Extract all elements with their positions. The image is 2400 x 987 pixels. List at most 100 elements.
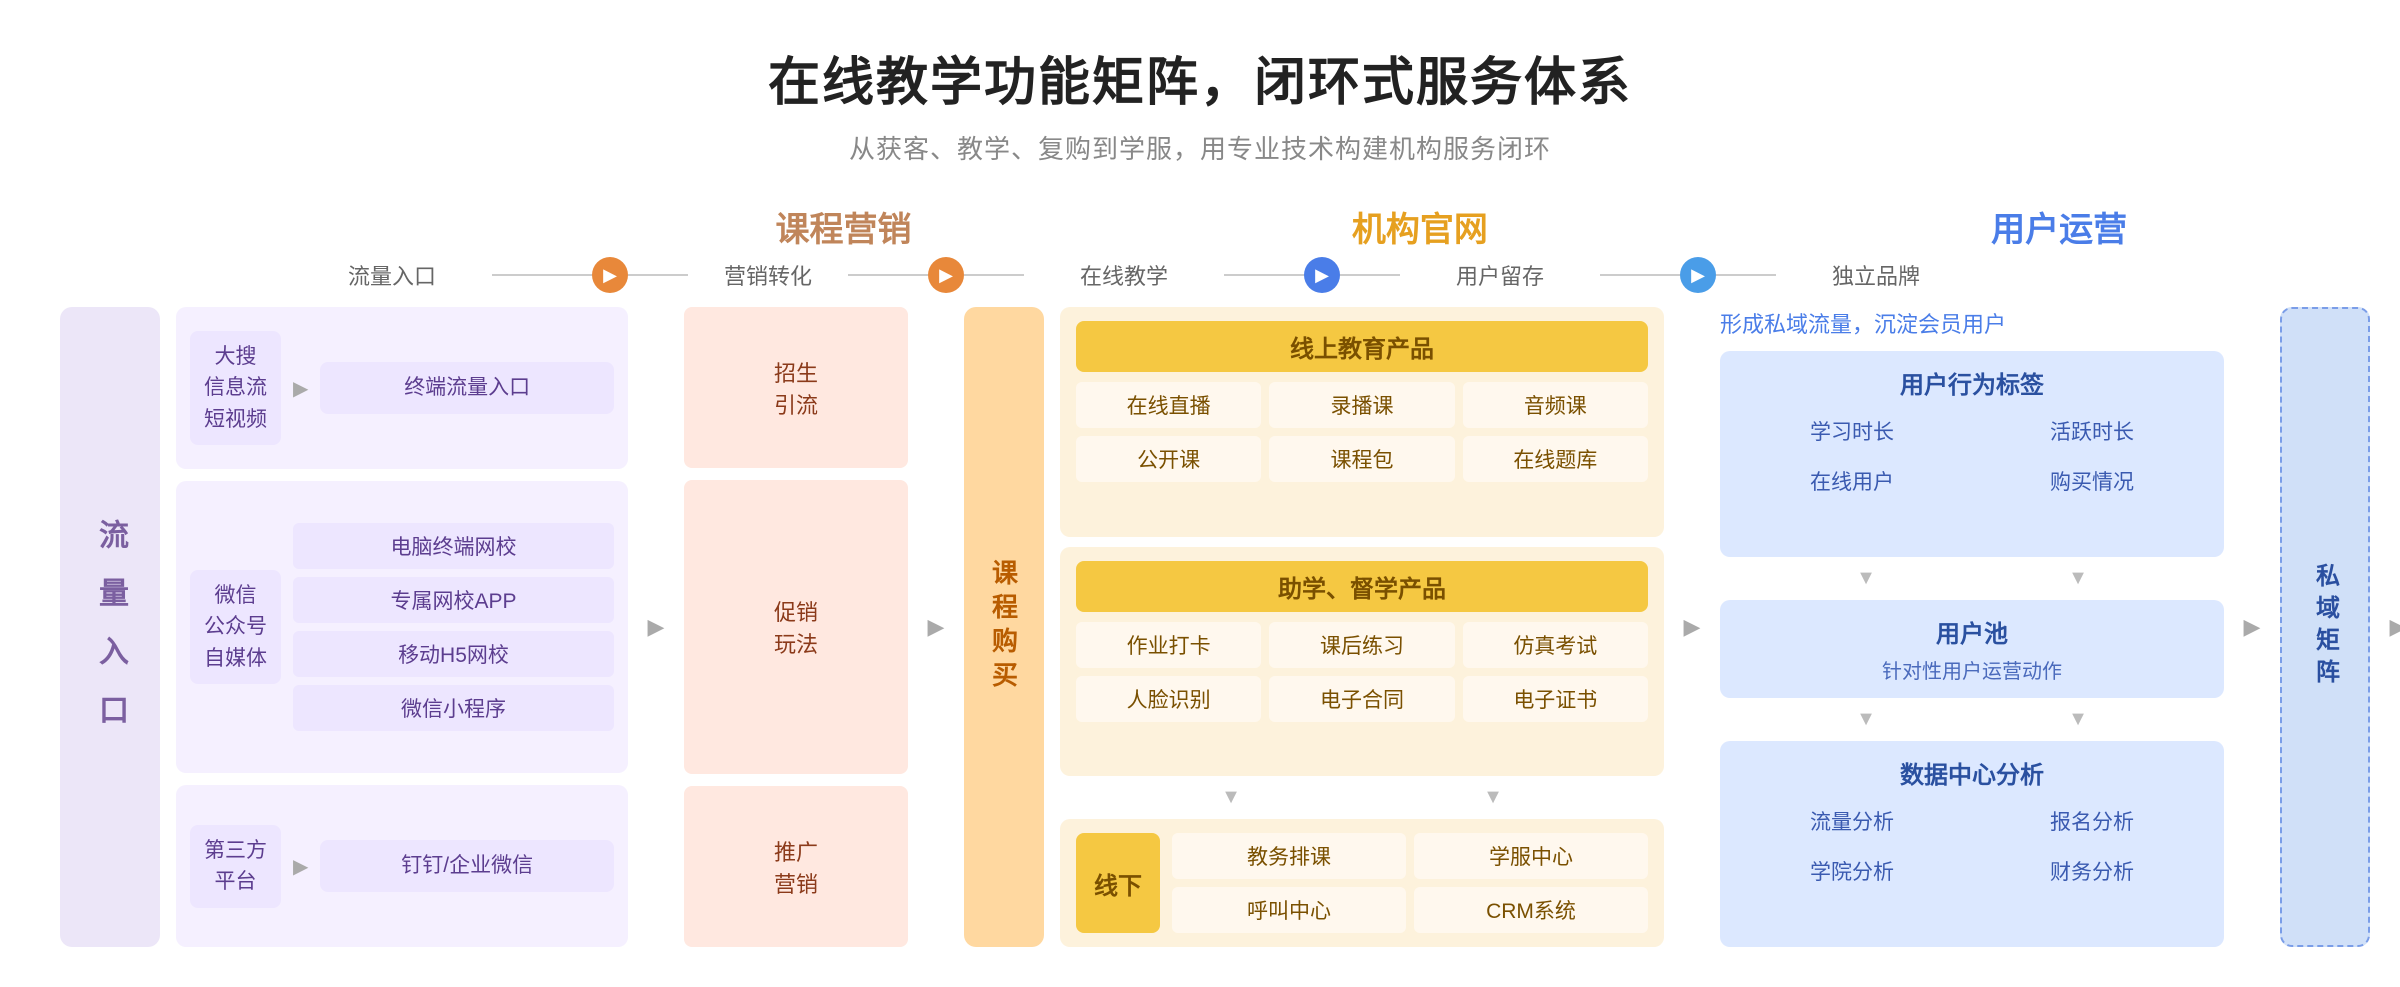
traffic-item-h5: 移动H5网校 <box>293 631 614 677</box>
user-behavior-grid: 学习时长 活跃时长 在线用户 购买情况 <box>1736 410 2208 502</box>
cat-title-marketing: 课程营销 <box>713 202 975 251</box>
ub-item-1: 学习时长 <box>1736 410 1968 452</box>
cat-title-website: 机构官网 <box>1110 202 1730 251</box>
marketing-item-3: 推广营销 <box>684 786 908 947</box>
user-pool-block: 用户池 针对性用户运营动作 <box>1720 600 2224 698</box>
op-item-1: 在线直播 <box>1076 382 1261 428</box>
left-label-text: 流 量 入 口 <box>88 519 132 734</box>
ap-item-3: 仿真考试 <box>1463 622 1648 668</box>
ub-item-4: 购买情况 <box>1976 460 2208 502</box>
arrow-marketing: ▶ <box>592 257 628 293</box>
down-arrow-1: ▼ <box>1221 786 1241 809</box>
user-down-arrow-2: ▼ <box>2068 567 2088 590</box>
offline-item-1: 教务排课 <box>1172 833 1406 879</box>
assist-products-title: 助学、督学产品 <box>1076 561 1648 612</box>
op-item-5: 课程包 <box>1269 436 1454 482</box>
offline-label: 线下 <box>1076 833 1160 933</box>
ap-item-1: 作业打卡 <box>1076 622 1261 668</box>
arrow-col-5: ▶ <box>2378 307 2400 947</box>
online-section: 线上教育产品 在线直播 录播课 音频课 公开课 课程包 在线题库 助学、督学产品… <box>1052 307 1672 947</box>
flow-label-brand: 独立品牌 <box>1776 259 1976 291</box>
online-products-grid: 在线直播 录播课 音频课 公开课 课程包 在线题库 <box>1076 382 1648 482</box>
user-down-arrows2: ▼ ▼ <box>1720 708 2224 731</box>
arrow-brand: ▶ <box>1680 257 1716 293</box>
ap-item-2: 课后练习 <box>1269 622 1454 668</box>
connector-1: ▶ <box>293 376 308 401</box>
cat-title-user: 用户运营 <box>1778 202 2340 251</box>
user-private-text: 形成私域流量，沉淀会员用户 <box>1720 307 2224 339</box>
ud-item-2: 报名分析 <box>1976 800 2208 842</box>
arrow-col-4: ▶ <box>2232 307 2272 947</box>
ub-item-2: 活跃时长 <box>1976 410 2208 452</box>
marketing-label-2: 促销玩法 <box>774 595 818 659</box>
ap-item-6: 电子证书 <box>1463 676 1648 722</box>
offline-grid: 教务排课 学服中心 呼叫中心 CRM系统 <box>1172 833 1648 933</box>
online-products-title: 线上教育产品 <box>1076 321 1648 372</box>
connector-3: ▶ <box>293 854 308 879</box>
private-matrix-box: 私域矩阵 <box>2280 307 2370 947</box>
op-item-3: 音频课 <box>1463 382 1648 428</box>
marketing-item-1: 招生引流 <box>684 307 908 468</box>
ud-item-4: 财务分析 <box>1976 850 2208 892</box>
ud-item-1: 流量分析 <box>1736 800 1968 842</box>
header: 在线教学功能矩阵，闭环式服务体系 从获客、教学、复购到学服，用专业技术构建机构服… <box>60 40 2340 166</box>
user-behavior-block: 用户行为标签 学习时长 活跃时长 在线用户 购买情况 <box>1720 351 2224 557</box>
page-title: 在线教学功能矩阵，闭环式服务体系 <box>60 40 2340 115</box>
traffic-group-2: 微信公众号自媒体 电脑终端网校 专属网校APP 移动H5网校 微信小程序 <box>176 481 628 773</box>
offline-item-4: CRM系统 <box>1414 887 1648 933</box>
ap-item-5: 电子合同 <box>1269 676 1454 722</box>
user-section: 形成私域流量，沉淀会员用户 用户行为标签 学习时长 活跃时长 在线用户 购买情况… <box>1712 307 2232 947</box>
page-subtitle: 从获客、教学、复购到学服，用专业技术构建机构服务闭环 <box>60 129 2340 166</box>
ap-item-4: 人脸识别 <box>1076 676 1261 722</box>
traffic-source-1: 大搜信息流短视频 <box>190 331 281 446</box>
traffic-section: 大搜信息流短视频 ▶ 终端流量入口 微信公众号自媒体 电脑终端网校 专属网校AP… <box>176 307 636 947</box>
user-data-grid: 流量分析 报名分析 学院分析 财务分析 <box>1736 800 2208 892</box>
assist-products-grid: 作业打卡 课后练习 仿真考试 人脸识别 电子合同 电子证书 <box>1076 622 1648 722</box>
ub-item-3: 在线用户 <box>1736 460 1968 502</box>
traffic-item-app: 专属网校APP <box>293 577 614 623</box>
traffic-group-1: 大搜信息流短视频 ▶ 终端流量入口 <box>176 307 628 469</box>
traffic-group-3: 第三方平台 ▶ 钉钉/企业微信 <box>176 785 628 947</box>
arrow-website: ▶ <box>928 257 964 293</box>
traffic-target-1: 终端流量入口 <box>320 362 614 414</box>
op-item-6: 在线题库 <box>1463 436 1648 482</box>
left-label: 流 量 入 口 <box>60 307 160 947</box>
op-item-2: 录播课 <box>1269 382 1454 428</box>
user-behavior-title: 用户行为标签 <box>1736 365 2208 400</box>
flow-label-online: 在线教学 <box>1024 259 1224 291</box>
offline-block: 线下 教务排课 学服中心 呼叫中心 CRM系统 <box>1060 819 1664 947</box>
user-down-arrow-4: ▼ <box>2068 708 2088 731</box>
op-item-4: 公开课 <box>1076 436 1261 482</box>
marketing-section: 招生引流 促销玩法 推广营销 <box>676 307 916 947</box>
marketing-item-2: 促销玩法 <box>684 480 908 774</box>
offline-item-2: 学服中心 <box>1414 833 1648 879</box>
down-arrows: ▼ ▼ <box>1060 786 1664 809</box>
arrow-user: ▶ <box>1304 257 1340 293</box>
user-data-title: 数据中心分析 <box>1736 755 2208 790</box>
arrow-col-3: ▶ <box>1672 307 1712 947</box>
traffic-source-2: 微信公众号自媒体 <box>190 570 281 685</box>
flow-label-user: 用户留存 <box>1400 259 1600 291</box>
arrow-col-1: ▶ <box>636 307 676 947</box>
assist-products-block: 助学、督学产品 作业打卡 课后练习 仿真考试 人脸识别 电子合同 电子证书 <box>1060 547 1664 777</box>
user-down-arrow-3: ▼ <box>1856 708 1876 731</box>
traffic-list-2: 电脑终端网校 专属网校APP 移动H5网校 微信小程序 <box>293 523 614 731</box>
arrow-col-2: ▶ <box>916 307 956 947</box>
user-down-arrow-1: ▼ <box>1856 567 1876 590</box>
online-products-block: 线上教育产品 在线直播 录播课 音频课 公开课 课程包 在线题库 <box>1060 307 1664 537</box>
user-pool-title: 用户池 <box>1736 614 2208 649</box>
down-arrow-2: ▼ <box>1483 786 1503 809</box>
ud-item-3: 学院分析 <box>1736 850 1968 892</box>
user-down-arrows: ▼ ▼ <box>1720 567 2224 590</box>
flow-label-marketing: 营销转化 <box>688 259 848 291</box>
traffic-item-wechat: 微信小程序 <box>293 685 614 731</box>
page-wrapper: 在线教学功能矩阵，闭环式服务体系 从获客、教学、复购到学服，用专业技术构建机构服… <box>0 0 2400 987</box>
traffic-target-3: 钉钉/企业微信 <box>320 840 614 892</box>
user-data-block: 数据中心分析 流量分析 报名分析 学院分析 财务分析 <box>1720 741 2224 947</box>
traffic-source-3: 第三方平台 <box>190 825 281 908</box>
diagram-row: 流 量 入 口 大搜信息流短视频 ▶ 终端流量入口 微信公众号自媒体 电脑终端网… <box>60 307 2340 947</box>
user-pool-sub: 针对性用户运营动作 <box>1736 655 2208 684</box>
traffic-item-pc: 电脑终端网校 <box>293 523 614 569</box>
flow-label-traffic: 流量入口 <box>292 259 492 291</box>
offline-item-3: 呼叫中心 <box>1172 887 1406 933</box>
